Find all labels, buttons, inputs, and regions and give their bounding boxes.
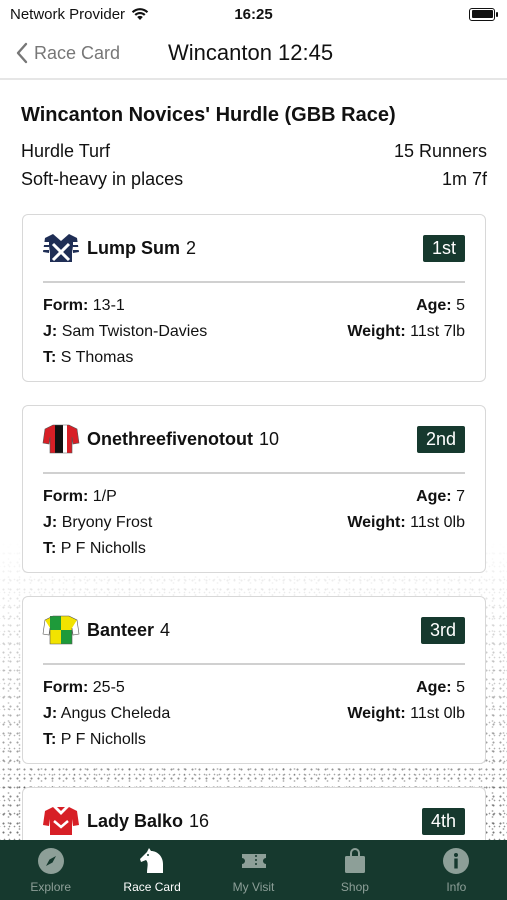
form-value: 25-5 bbox=[92, 678, 125, 696]
runner-card[interactable]: Banteer 4 3rd Form: 25-5 Age: 5 J: Angus… bbox=[22, 596, 486, 764]
runner-details: Form: 1/P Age: 7 J: Bryony Frost Weight:… bbox=[23, 474, 485, 574]
weight-label: Weight: bbox=[347, 704, 406, 722]
form-value: 13-1 bbox=[92, 296, 125, 314]
race-header: Wincanton Novices' Hurdle (GBB Race) Hur… bbox=[21, 104, 487, 193]
jockey-label: J: bbox=[43, 322, 58, 340]
weight-label: Weight: bbox=[347, 513, 406, 531]
page-title: Wincanton 12:45 bbox=[168, 40, 334, 65]
chevron-left-icon bbox=[16, 42, 28, 64]
tab-label: Shop bbox=[340, 880, 369, 894]
position-badge: 1st bbox=[422, 234, 465, 262]
horse-number: 10 bbox=[259, 428, 280, 449]
carrier-label: Network Provider bbox=[10, 5, 126, 23]
info-icon bbox=[443, 848, 470, 874]
trainer-label: T: bbox=[43, 539, 57, 557]
trainer-value: P F Nicholls bbox=[60, 730, 146, 748]
weight-value: 11st 0lb bbox=[410, 513, 465, 531]
weight-label: Weight: bbox=[347, 322, 406, 340]
race-info-row: Soft-heavy in places 1m 7f bbox=[21, 165, 487, 193]
wifi-icon bbox=[131, 8, 149, 20]
compass-icon bbox=[37, 848, 64, 874]
shopping-bag-icon bbox=[344, 848, 365, 873]
horse-number: 4 bbox=[160, 619, 171, 640]
tab-explore[interactable]: Explore bbox=[0, 840, 101, 900]
trainer-value: S Thomas bbox=[60, 348, 134, 366]
runner-details: Form: 13-1 Age: 5 J: Sam Twiston-Davies … bbox=[23, 283, 485, 383]
runner-details: Form: 25-5 Age: 5 J: Angus Cheleda Weigh… bbox=[23, 665, 485, 765]
trainer-label: T: bbox=[43, 348, 57, 366]
runner-header: Onethreefivenotout 10 2nd bbox=[23, 406, 485, 472]
jockey-label: J: bbox=[43, 704, 58, 722]
age-value: 5 bbox=[456, 678, 465, 696]
form-label: Form: bbox=[43, 487, 89, 505]
runner-card[interactable]: Onethreefivenotout 10 2nd Form: 1/P Age:… bbox=[22, 405, 486, 573]
yellow-green-silk-icon bbox=[42, 615, 80, 645]
tab-label: Race Card bbox=[123, 880, 181, 894]
tab-label: Explore bbox=[30, 880, 72, 894]
tab-race-card[interactable]: Race Card bbox=[101, 840, 202, 900]
tab-label: Info bbox=[446, 880, 467, 894]
age-value: 7 bbox=[456, 487, 465, 505]
jockey-value: Sam Twiston-Davies bbox=[61, 322, 208, 340]
race-info-row: Hurdle Turf 15 Runners bbox=[21, 137, 487, 165]
race-going: Soft-heavy in places bbox=[21, 169, 184, 189]
tab-bar: Explore Race Card My Visit Shop Info bbox=[0, 840, 507, 900]
status-left: Network Provider bbox=[10, 6, 149, 23]
status-bar: Network Provider 16:25 bbox=[0, 0, 507, 28]
weight-value: 11st 7lb bbox=[410, 322, 465, 340]
trainer-value: P F Nicholls bbox=[60, 539, 146, 557]
tab-info[interactable]: Info bbox=[406, 840, 507, 900]
ticket-icon bbox=[241, 854, 266, 868]
race-distance: 1m 7f bbox=[441, 169, 487, 189]
runner-card[interactable]: Lump Sum 2 1st Form: 13-1 Age: 5 J: Sam … bbox=[22, 214, 486, 382]
tab-my-visit[interactable]: My Visit bbox=[203, 840, 304, 900]
jockey-value: Bryony Frost bbox=[61, 513, 153, 531]
form-value: 1/P bbox=[92, 487, 117, 505]
red-black-silk-icon bbox=[42, 424, 80, 454]
battery-icon bbox=[469, 7, 498, 21]
trainer-label: T: bbox=[43, 730, 57, 748]
horse-number: 16 bbox=[189, 810, 210, 831]
race-runners: 15 Runners bbox=[393, 141, 487, 161]
horse-number: 2 bbox=[186, 237, 197, 258]
age-label: Age: bbox=[416, 678, 452, 696]
race-type: Hurdle Turf bbox=[21, 141, 111, 161]
horse-name: Lump Sum bbox=[87, 237, 180, 258]
horse-name: Lady Balko bbox=[87, 810, 184, 831]
back-button[interactable]: Race Card bbox=[16, 42, 120, 64]
jockey-value: Angus Cheleda bbox=[60, 704, 171, 722]
position-badge: 4th bbox=[421, 807, 465, 835]
age-label: Age: bbox=[416, 487, 452, 505]
runner-header: Lump Sum 2 1st bbox=[23, 215, 485, 281]
form-label: Form: bbox=[43, 678, 89, 696]
horse-name: Banteer bbox=[87, 619, 155, 640]
age-label: Age: bbox=[416, 296, 452, 314]
status-time: 16:25 bbox=[234, 5, 273, 23]
position-badge: 2nd bbox=[416, 425, 465, 453]
runner-header: Banteer 4 3rd bbox=[23, 597, 485, 663]
horse-head-icon bbox=[140, 848, 164, 873]
nav-bar: Race Card Wincanton 12:45 bbox=[0, 28, 507, 80]
jockey-label: J: bbox=[43, 513, 58, 531]
age-value: 5 bbox=[456, 296, 465, 314]
tab-shop[interactable]: Shop bbox=[304, 840, 405, 900]
tab-label: My Visit bbox=[232, 880, 275, 894]
horse-name: Onethreefivenotout bbox=[87, 428, 254, 449]
position-badge: 3rd bbox=[420, 616, 465, 644]
back-label: Race Card bbox=[34, 42, 121, 63]
form-label: Form: bbox=[43, 296, 89, 314]
weight-value: 11st 0lb bbox=[410, 704, 465, 722]
navy-white-silk-icon bbox=[43, 234, 79, 262]
red-white-silk-icon bbox=[43, 807, 79, 835]
race-title: Wincanton Novices' Hurdle (GBB Race) bbox=[21, 104, 396, 126]
